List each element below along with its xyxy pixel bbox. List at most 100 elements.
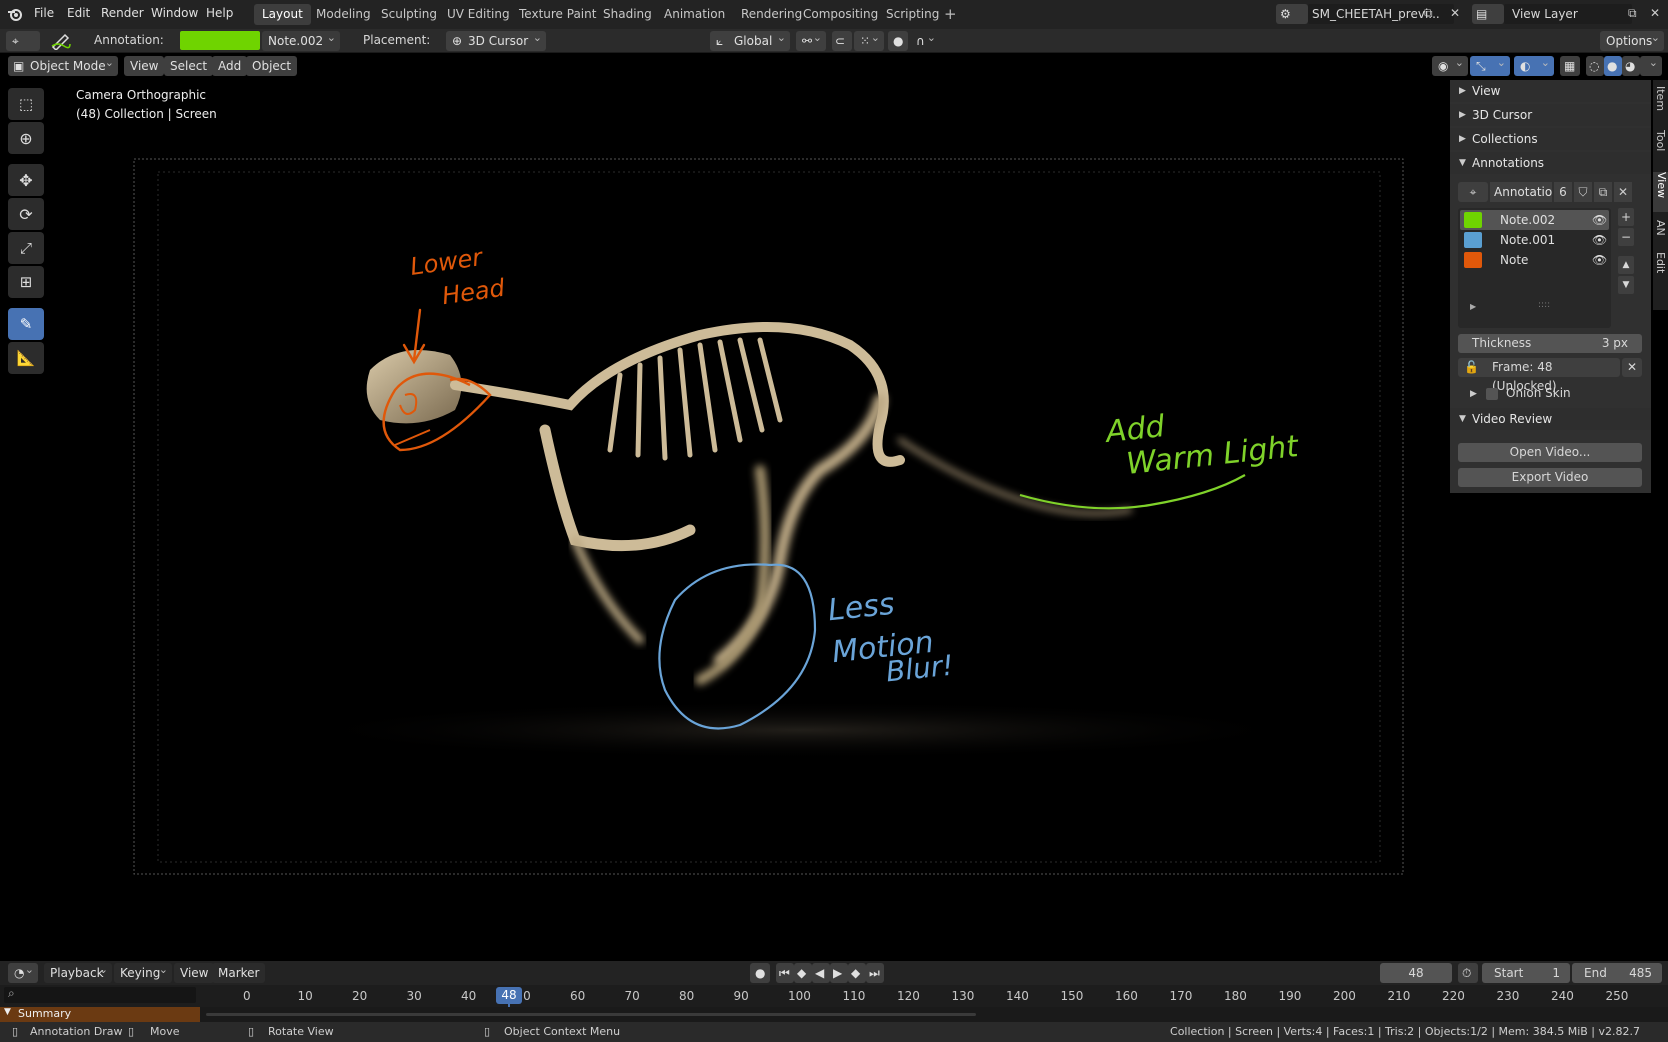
eye-icon[interactable]: 👁 bbox=[1592, 230, 1607, 250]
tab-shading[interactable]: Shading bbox=[595, 4, 660, 25]
visibility-dropdown[interactable]: ◉ bbox=[1432, 53, 1468, 76]
annotation-layer-dropdown[interactable]: Note.002 bbox=[262, 28, 340, 51]
overlay-toggle[interactable]: ◐ bbox=[1514, 53, 1554, 76]
current-frame-field[interactable]: 48 bbox=[1380, 963, 1452, 983]
timeline-view-menu[interactable]: View bbox=[174, 963, 215, 983]
material-shading-icon[interactable]: ◕ bbox=[1622, 56, 1640, 76]
view-layer-field[interactable]: View Layer bbox=[1504, 4, 1632, 24]
editor-type-icon[interactable]: ⌖ bbox=[6, 31, 40, 51]
prev-keyframe-icon[interactable]: ◆ bbox=[794, 963, 812, 983]
tab-animation[interactable]: Animation bbox=[656, 4, 733, 25]
tab-modeling[interactable]: Modeling bbox=[308, 4, 379, 25]
move-layer-down-icon[interactable]: ▼ bbox=[1618, 276, 1634, 294]
menu-file[interactable]: File bbox=[34, 6, 54, 20]
annotation-datablock-field[interactable]: Annotatio... bbox=[1490, 182, 1552, 202]
start-frame-field[interactable]: Start 1 bbox=[1482, 963, 1570, 983]
next-keyframe-icon[interactable]: ◆ bbox=[848, 963, 866, 983]
layer-color-swatch[interactable] bbox=[1464, 232, 1482, 248]
menu-render[interactable]: Render bbox=[101, 6, 144, 20]
thickness-slider[interactable]: Thickness 3 px bbox=[1458, 334, 1642, 353]
list-item[interactable]: Note.002 👁 bbox=[1460, 210, 1609, 230]
solid-shading-icon[interactable]: ● bbox=[1604, 56, 1622, 76]
open-video-button[interactable]: Open Video... bbox=[1458, 443, 1642, 462]
snap-target-dropdown[interactable]: ⁙ bbox=[854, 28, 884, 51]
options-dropdown[interactable]: Options bbox=[1600, 28, 1664, 51]
list-resize-handle[interactable]: :::: bbox=[1538, 300, 1550, 310]
panel-3d-cursor[interactable]: ▶ 3D Cursor bbox=[1450, 104, 1651, 126]
marker-menu[interactable]: Marker bbox=[212, 963, 266, 983]
delete-scene-icon[interactable]: ✕ bbox=[1450, 6, 1460, 20]
proportional-edit-icon[interactable]: ● bbox=[888, 31, 908, 51]
orientation-dropdown[interactable]: ⟀ Global bbox=[710, 28, 790, 51]
tab-an[interactable]: AN bbox=[1654, 220, 1667, 250]
annotate-tool-icon[interactable] bbox=[50, 32, 72, 50]
layer-color-swatch[interactable] bbox=[1464, 212, 1482, 228]
menu-object[interactable]: Object bbox=[246, 56, 298, 76]
panel-video-review[interactable]: ▼ Video Review bbox=[1450, 408, 1651, 430]
onion-skin-triangle-icon[interactable]: ▶ bbox=[1470, 389, 1477, 399]
timeline-search-field[interactable]: ⌕ bbox=[4, 986, 196, 1003]
duplicate-icon[interactable]: ⧉ bbox=[1594, 182, 1612, 202]
shading-options-dropdown[interactable] bbox=[1640, 53, 1662, 76]
tab-edit[interactable]: Edit bbox=[1654, 252, 1667, 288]
delete-view-layer-icon[interactable]: ✕ bbox=[1650, 6, 1660, 20]
viewport-canvas[interactable] bbox=[0, 79, 1450, 959]
falloff-dropdown[interactable]: ∩ bbox=[910, 28, 940, 51]
tab-item[interactable]: Item bbox=[1654, 86, 1667, 126]
add-layer-icon[interactable]: + bbox=[1618, 208, 1634, 226]
layer-color-swatch[interactable] bbox=[1464, 252, 1482, 268]
xray-icon[interactable]: ▦ bbox=[1560, 56, 1580, 76]
menu-select[interactable]: Select bbox=[164, 56, 214, 76]
timeline-keyframe-area[interactable] bbox=[200, 1007, 1668, 1022]
tab-scripting[interactable]: Scripting bbox=[878, 4, 947, 25]
snap-icon[interactable]: ⊂ bbox=[832, 31, 852, 51]
end-frame-field[interactable]: End 485 bbox=[1572, 963, 1662, 983]
scene-selector-icon[interactable]: ⚙ bbox=[1276, 4, 1308, 24]
menu-help[interactable]: Help bbox=[206, 6, 233, 20]
menu-window[interactable]: Window bbox=[151, 6, 198, 20]
remove-layer-icon[interactable]: − bbox=[1618, 228, 1634, 246]
jump-start-icon[interactable]: ⏮ bbox=[776, 963, 794, 983]
add-workspace-icon[interactable]: + bbox=[944, 5, 957, 23]
play-icon[interactable]: ▶ bbox=[830, 963, 848, 983]
tab-layout[interactable]: Layout bbox=[254, 4, 311, 25]
cheetah-skeleton[interactable] bbox=[366, 322, 1133, 685]
delete-frame-icon[interactable]: ✕ bbox=[1622, 358, 1642, 377]
gizmo-toggle[interactable]: ⤡ bbox=[1470, 53, 1510, 76]
frame-status-field[interactable]: 🔓 Frame: 48 (Unlocked) bbox=[1458, 358, 1620, 393]
new-scene-icon[interactable]: ⧉ bbox=[1424, 6, 1433, 21]
user-count[interactable]: 6 bbox=[1554, 182, 1572, 202]
eye-icon[interactable]: 👁 bbox=[1592, 210, 1607, 230]
move-layer-up-icon[interactable]: ▲ bbox=[1618, 256, 1634, 274]
eye-icon[interactable]: 👁 bbox=[1592, 250, 1607, 270]
timeline-editor-type-icon[interactable]: ◔ bbox=[8, 960, 38, 983]
tab-view[interactable]: View bbox=[1653, 172, 1668, 212]
mode-dropdown[interactable]: ▣ Object Mode bbox=[8, 53, 118, 76]
fake-user-shield-icon[interactable]: ⛉ bbox=[1574, 182, 1592, 202]
tab-texture-paint[interactable]: Texture Paint bbox=[511, 4, 604, 25]
annotation-data-icon[interactable]: ⌖ bbox=[1458, 182, 1488, 202]
export-video-button[interactable]: Export Video bbox=[1458, 468, 1642, 487]
playhead[interactable]: 48 bbox=[496, 987, 522, 1004]
tab-sculpting[interactable]: Sculpting bbox=[373, 4, 445, 25]
panel-view[interactable]: ▶ View bbox=[1450, 80, 1651, 102]
unlink-icon[interactable]: ✕ bbox=[1614, 182, 1632, 202]
jump-end-icon[interactable]: ⏭ bbox=[866, 963, 884, 983]
panel-collections[interactable]: ▶ Collections bbox=[1450, 128, 1651, 150]
record-icon[interactable]: ● bbox=[750, 963, 770, 983]
new-view-layer-icon[interactable]: ⧉ bbox=[1628, 6, 1637, 21]
lock-icon[interactable]: 🔓 bbox=[1464, 358, 1479, 377]
keying-menu[interactable]: Keying bbox=[114, 960, 172, 983]
menu-view[interactable]: View bbox=[124, 56, 165, 76]
list-item[interactable]: Note.001 👁 bbox=[1460, 230, 1609, 250]
timeline-ruler[interactable]: ⌕ 0 10 20 30 40 50 60 70 80 90 100 110 120 130 140 150 1… bbox=[0, 985, 1668, 1022]
annotation-color-swatch[interactable] bbox=[180, 31, 260, 50]
blender-logo-icon[interactable] bbox=[7, 6, 23, 22]
tab-compositing[interactable]: Compositing bbox=[795, 4, 886, 25]
pivot-dropdown[interactable]: ⚯ bbox=[796, 28, 826, 51]
list-filter-triangle-icon[interactable]: ▶ bbox=[1470, 302, 1476, 311]
onion-skin-checkbox[interactable] bbox=[1486, 388, 1498, 400]
scrollbar[interactable] bbox=[206, 1013, 976, 1016]
menu-add[interactable]: Add bbox=[212, 56, 248, 76]
tab-tool[interactable]: Tool bbox=[1654, 130, 1667, 170]
